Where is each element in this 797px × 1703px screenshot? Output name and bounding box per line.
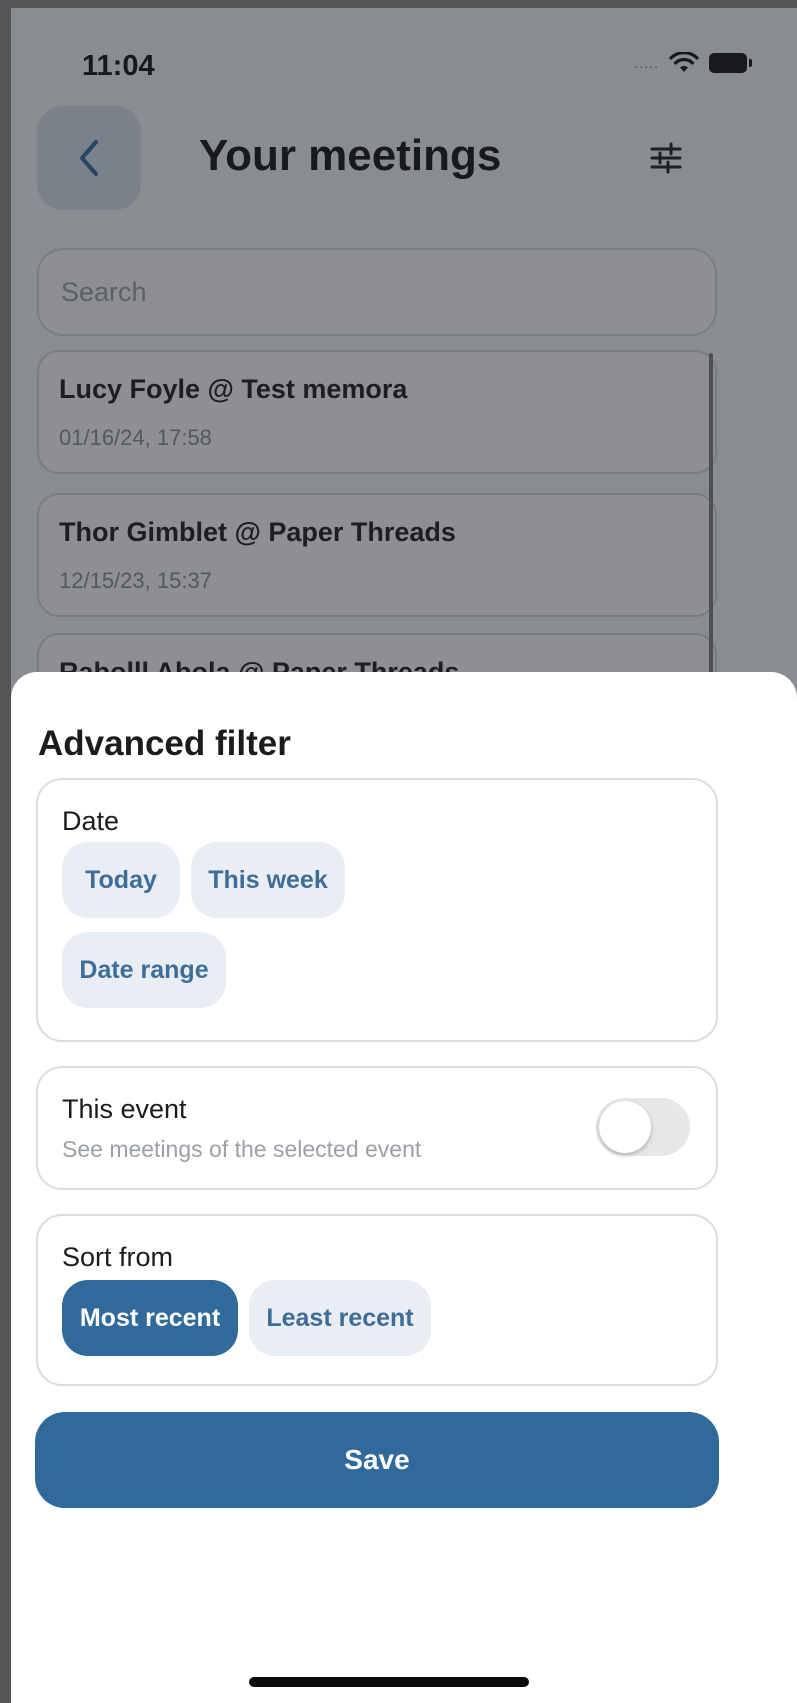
event-label: This event (62, 1094, 187, 1124)
toggle-knob (599, 1101, 651, 1153)
chip-date-range[interactable]: Date range (62, 932, 226, 1008)
date-label: Date (62, 806, 120, 836)
device-frame-left (0, 0, 11, 1703)
event-sublabel: See meetings of the selected event (62, 1136, 422, 1162)
chip-most-recent[interactable]: Most recent (62, 1280, 238, 1356)
advanced-filter-sheet: Advanced filter Date Today This week Dat… (11, 672, 797, 1703)
chip-this-week[interactable]: This week (191, 842, 345, 918)
home-indicator[interactable] (249, 1677, 529, 1687)
chip-least-recent[interactable]: Least recent (249, 1280, 431, 1356)
save-button[interactable]: Save (35, 1412, 719, 1508)
sheet-title: Advanced filter (38, 724, 291, 763)
date-section: Date Today This week Date range (36, 778, 718, 1042)
chip-today[interactable]: Today (62, 842, 180, 918)
event-toggle[interactable] (596, 1098, 690, 1156)
phone-screen: 11:04 ..... Your meetings (11, 8, 797, 1703)
event-section: This event See meetings of the selected … (36, 1066, 718, 1190)
modal-overlay[interactable] (11, 8, 797, 768)
device-frame-top (0, 0, 797, 8)
sort-label: Sort from (62, 1242, 174, 1272)
sort-section: Sort from Most recent Least recent (36, 1214, 718, 1386)
